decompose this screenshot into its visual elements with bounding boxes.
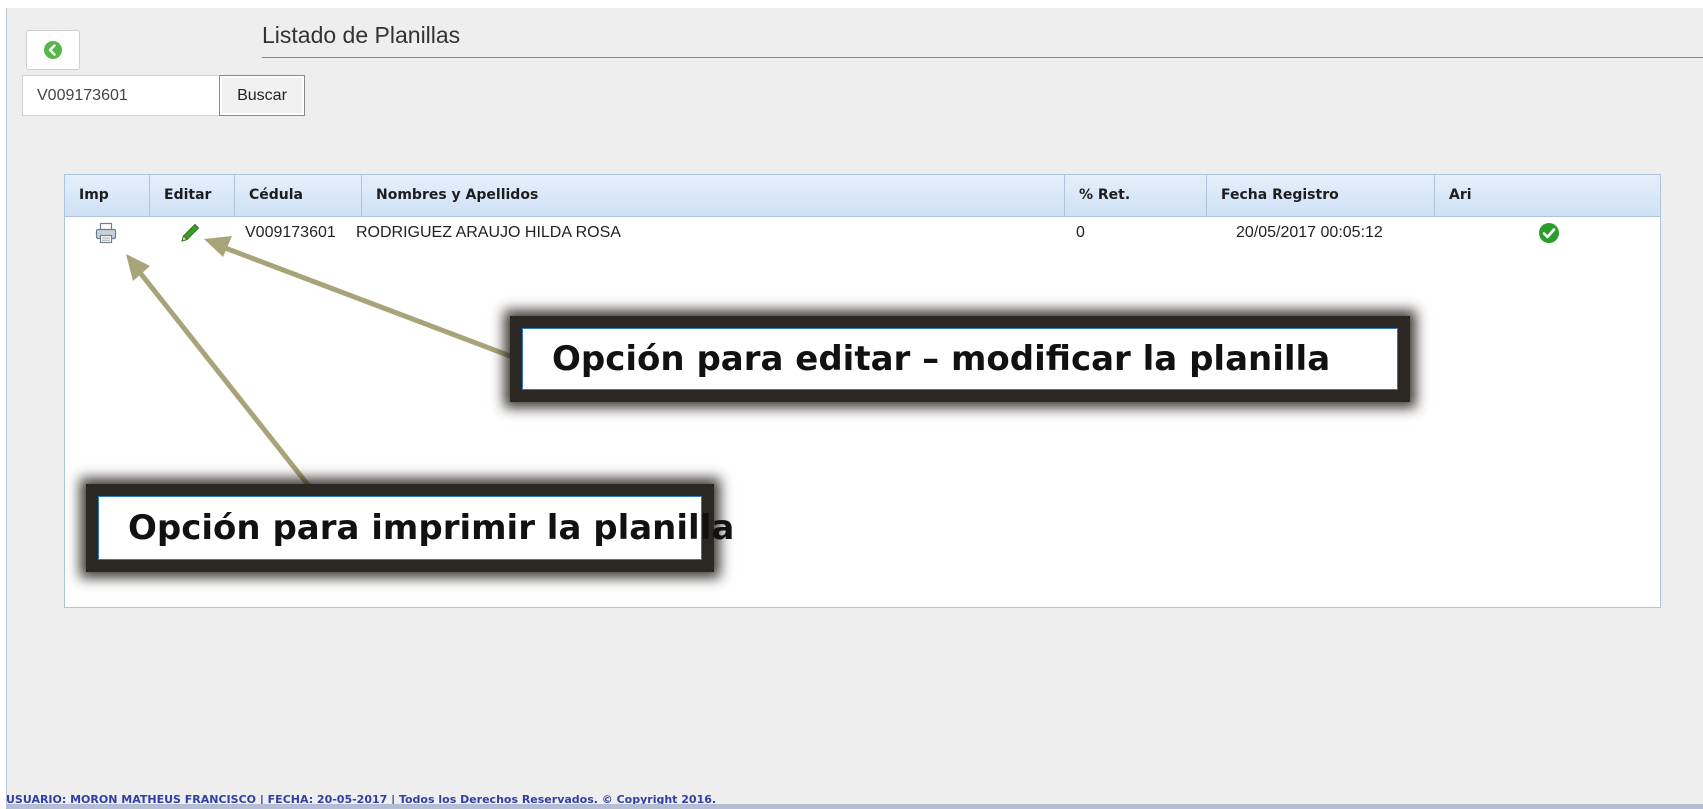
top-strip <box>0 0 1703 8</box>
title-divider <box>262 57 1703 58</box>
column-header-imp[interactable]: Imp <box>65 175 150 216</box>
edit-annotation-text: Opción para editar – modificar la planil… <box>552 339 1331 379</box>
cell-ret: 0 <box>1076 224 1085 241</box>
circle-arrow-left-icon <box>44 41 62 59</box>
print-annotation: Opción para imprimir la planilla <box>86 484 734 572</box>
search-button[interactable]: Buscar <box>219 75 305 116</box>
edit-button[interactable] <box>178 221 202 250</box>
table-header: Imp Editar Cédula Nombres y Apellidos % … <box>65 175 1660 217</box>
column-header-cedula[interactable]: Cédula <box>235 175 362 216</box>
print-annotation-text: Opción para imprimir la planilla <box>128 508 735 548</box>
column-header-fecha[interactable]: Fecha Registro <box>1207 175 1435 216</box>
column-header-nombres[interactable]: Nombres y Apellidos <box>362 175 1065 216</box>
column-header-ret[interactable]: % Ret. <box>1065 175 1207 216</box>
page-title: Listado de Planillas <box>262 22 461 48</box>
cell-fecha: 20/05/2017 00:05:12 <box>1236 224 1383 241</box>
cell-cedula: V009173601 <box>245 224 336 241</box>
column-header-ari[interactable]: Ari <box>1435 175 1661 216</box>
check-circle-icon <box>1539 223 1559 243</box>
footer-bar <box>6 804 1703 809</box>
back-button[interactable] <box>26 30 80 70</box>
ari-status <box>1538 222 1560 249</box>
edit-annotation: Opción para editar – modificar la planil… <box>510 316 1410 402</box>
column-header-editar[interactable]: Editar <box>150 175 235 216</box>
print-button[interactable] <box>94 221 118 250</box>
search-input[interactable] <box>22 75 221 116</box>
cell-nombres: RODRIGUEZ ARAUJO HILDA ROSA <box>356 224 621 241</box>
pencil-icon <box>181 223 200 242</box>
printer-icon <box>95 222 117 244</box>
